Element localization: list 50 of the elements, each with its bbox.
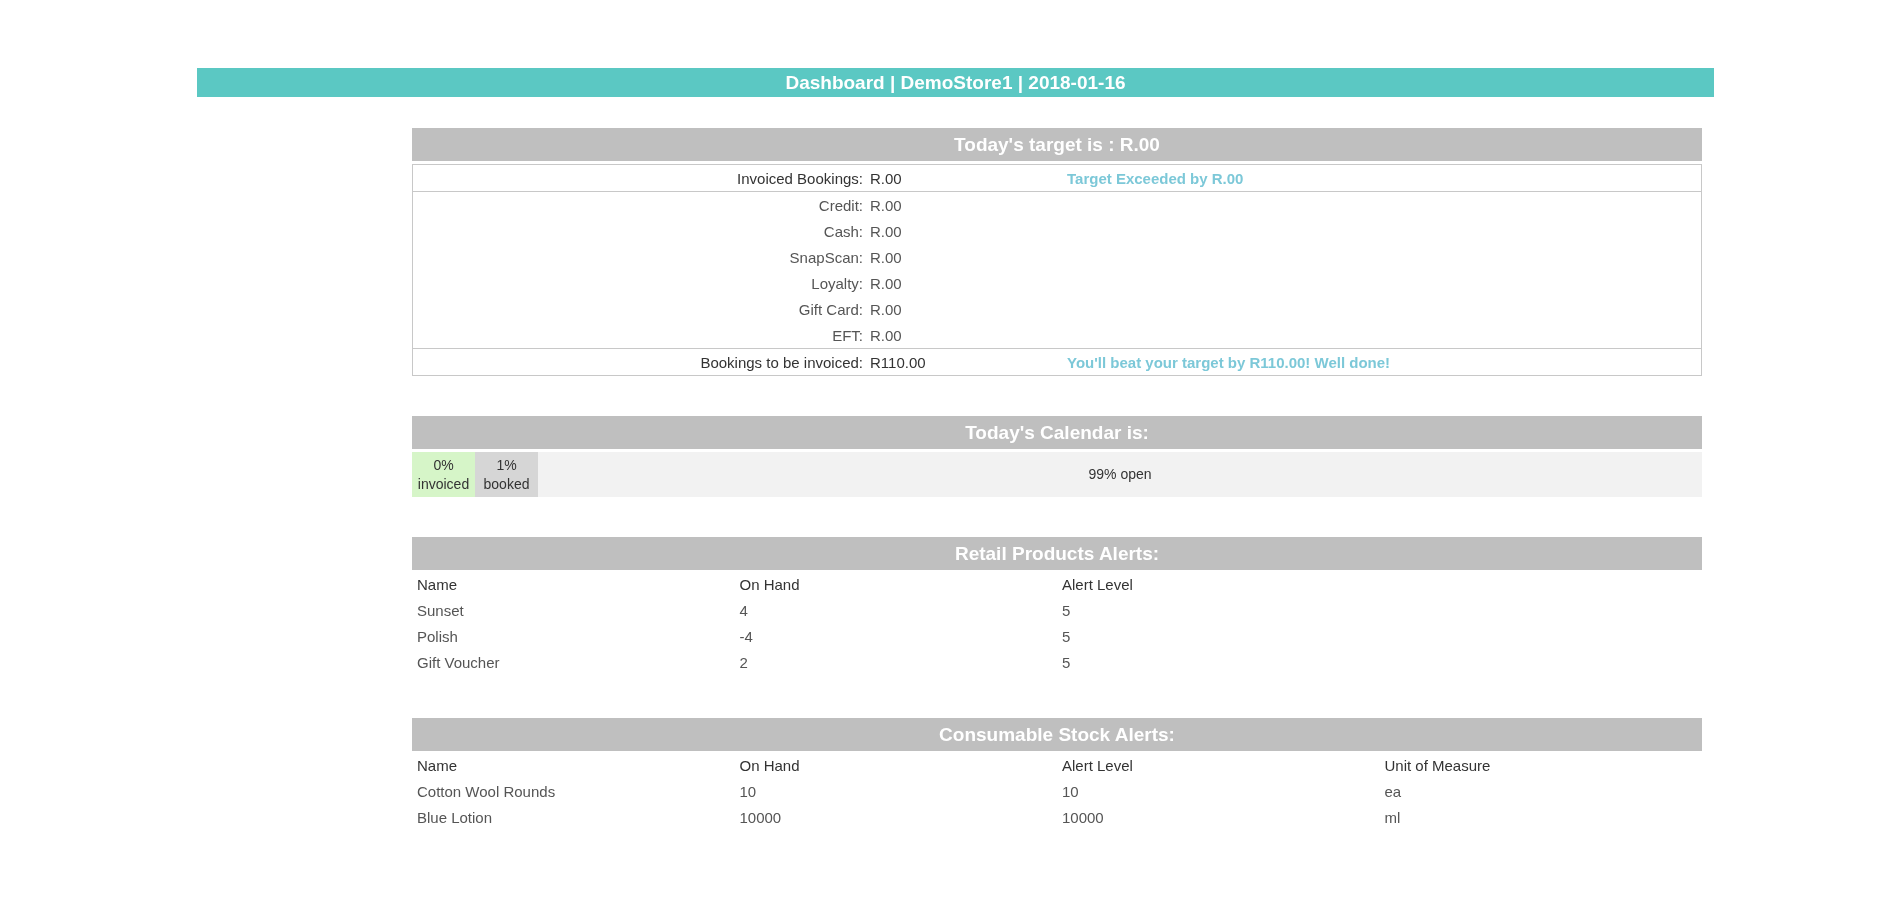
column-header: On Hand	[738, 575, 801, 595]
row-label: Invoiced Bookings:	[736, 169, 863, 187]
table-cell-text: 10000	[738, 808, 783, 828]
row-label: SnapScan:	[788, 248, 863, 266]
table-cell-text: 5	[1061, 627, 1072, 647]
amount: R110.00	[870, 353, 927, 371]
section-header: Retail Products Alerts:	[412, 537, 1702, 570]
column-header: Unit of Measure	[1383, 756, 1492, 776]
section-header: Today's Calendar is:	[412, 416, 1702, 449]
row-label: Gift Card:	[797, 300, 863, 318]
amount: R.00	[870, 248, 903, 266]
table-cell-text: Polish	[416, 627, 459, 647]
column-header: Alert Level	[1061, 575, 1134, 595]
table-cell-text: 5	[1061, 601, 1072, 621]
table-cell-text: ml	[1383, 808, 1402, 828]
table-cell-text: 2	[738, 653, 749, 673]
amount: R.00	[870, 326, 903, 344]
amount: R.00	[870, 300, 903, 318]
amount: R.00	[870, 196, 903, 214]
dashboard-title-bar: Dashboard | DemoStore1 | 2018-01-16	[197, 68, 1714, 97]
row-label: Loyalty:	[810, 274, 863, 292]
amount: R.00	[870, 274, 903, 292]
target-message: Target Exceeded by R.00	[1067, 169, 1245, 187]
table-cell-text: -4	[738, 627, 754, 647]
table-cell-text: Gift Voucher	[416, 653, 501, 673]
table-cell-text: ea	[1383, 782, 1403, 802]
calendar-segment: 0% invoiced	[412, 452, 475, 497]
calendar-segment: 99% open	[538, 452, 1702, 497]
column-header: On Hand	[738, 756, 801, 776]
column-header: Name	[416, 575, 458, 595]
section-header: Consumable Stock Alerts:	[412, 718, 1702, 751]
amount: R.00	[870, 169, 903, 187]
target-message: You'll beat your target by R110.00! Well done!	[1067, 353, 1392, 371]
column-header: Alert Level	[1061, 756, 1134, 776]
table-cell-text: Blue Lotion	[416, 808, 494, 828]
amount: R.00	[870, 222, 903, 240]
table-cell-text: Sunset	[416, 601, 465, 621]
section-header: Today's target is : R.00	[412, 128, 1702, 161]
calendar-segment: 1% booked	[475, 452, 538, 497]
row-label: Bookings to be invoiced:	[699, 353, 863, 371]
column-header: Name	[416, 756, 458, 776]
row-label: Credit:	[817, 196, 863, 214]
table-cell-text: 4	[738, 601, 749, 621]
row-label: EFT:	[831, 326, 863, 344]
table-cell-text: 10000	[1061, 808, 1105, 828]
table-cell-text: 5	[1061, 653, 1072, 673]
table-cell-text: 10	[738, 782, 758, 802]
table-cell-text: 10	[1061, 782, 1080, 802]
row-label: Cash:	[822, 222, 863, 240]
table-cell-text: Cotton Wool Rounds	[416, 782, 557, 802]
